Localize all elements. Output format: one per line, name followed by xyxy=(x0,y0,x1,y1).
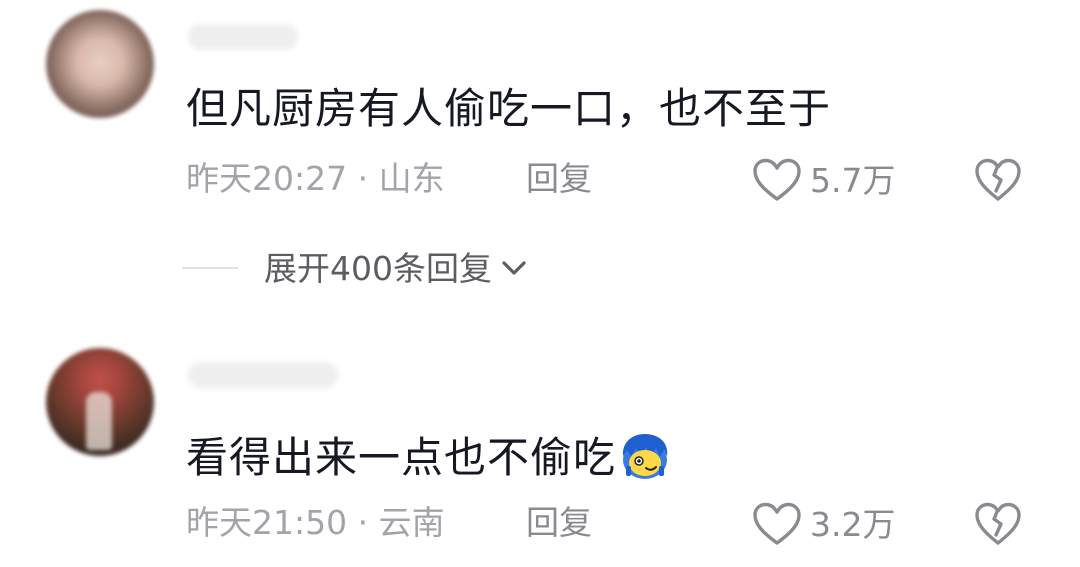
comment-item: 但凡厨房有人偷吃一口，也不至于 昨天20:27 · 山东 回复 5.7万 展开4… xyxy=(0,0,1080,330)
reply-button[interactable]: 回复 xyxy=(526,162,592,195)
comment-item: 看得出来一点也不偷吃 昨天21:50 · 云南 回复 3.2万 xyxy=(0,330,1080,567)
expand-replies-label: 展开400条回复 xyxy=(264,248,492,288)
like-button[interactable]: 3.2万 xyxy=(752,501,895,547)
avatar[interactable] xyxy=(46,10,154,118)
comment-list: 但凡厨房有人偷吃一口，也不至于 昨天20:27 · 山东 回复 5.7万 展开4… xyxy=(0,0,1080,567)
comment-text: 看得出来一点也不偷吃 xyxy=(186,432,672,480)
comment-meta: 昨天21:50 · 云南 xyxy=(186,503,445,542)
username-redacted[interactable] xyxy=(188,362,338,388)
comment-text: 但凡厨房有人偷吃一口，也不至于 xyxy=(186,84,832,133)
comment-text-content: 看得出来一点也不偷吃 xyxy=(186,433,617,482)
broken-heart-icon[interactable] xyxy=(974,502,1022,546)
broken-heart-icon[interactable] xyxy=(974,158,1022,202)
comment-meta: 昨天20:27 · 山东 xyxy=(186,159,445,198)
embarrassed-emoji-icon xyxy=(622,434,668,479)
username-redacted[interactable] xyxy=(188,24,298,50)
avatar[interactable] xyxy=(46,348,154,456)
like-count: 5.7万 xyxy=(810,160,896,200)
expand-replies-button[interactable]: 展开400条回复 xyxy=(182,248,528,288)
avatar-figure xyxy=(86,392,112,450)
reply-button[interactable]: 回复 xyxy=(526,506,592,539)
like-button[interactable]: 5.7万 xyxy=(752,157,895,203)
divider xyxy=(182,267,238,269)
heart-outline-icon xyxy=(753,158,801,201)
like-count: 3.2万 xyxy=(810,504,896,544)
heart-outline-icon xyxy=(753,502,801,545)
chevron-down-icon xyxy=(502,261,526,275)
